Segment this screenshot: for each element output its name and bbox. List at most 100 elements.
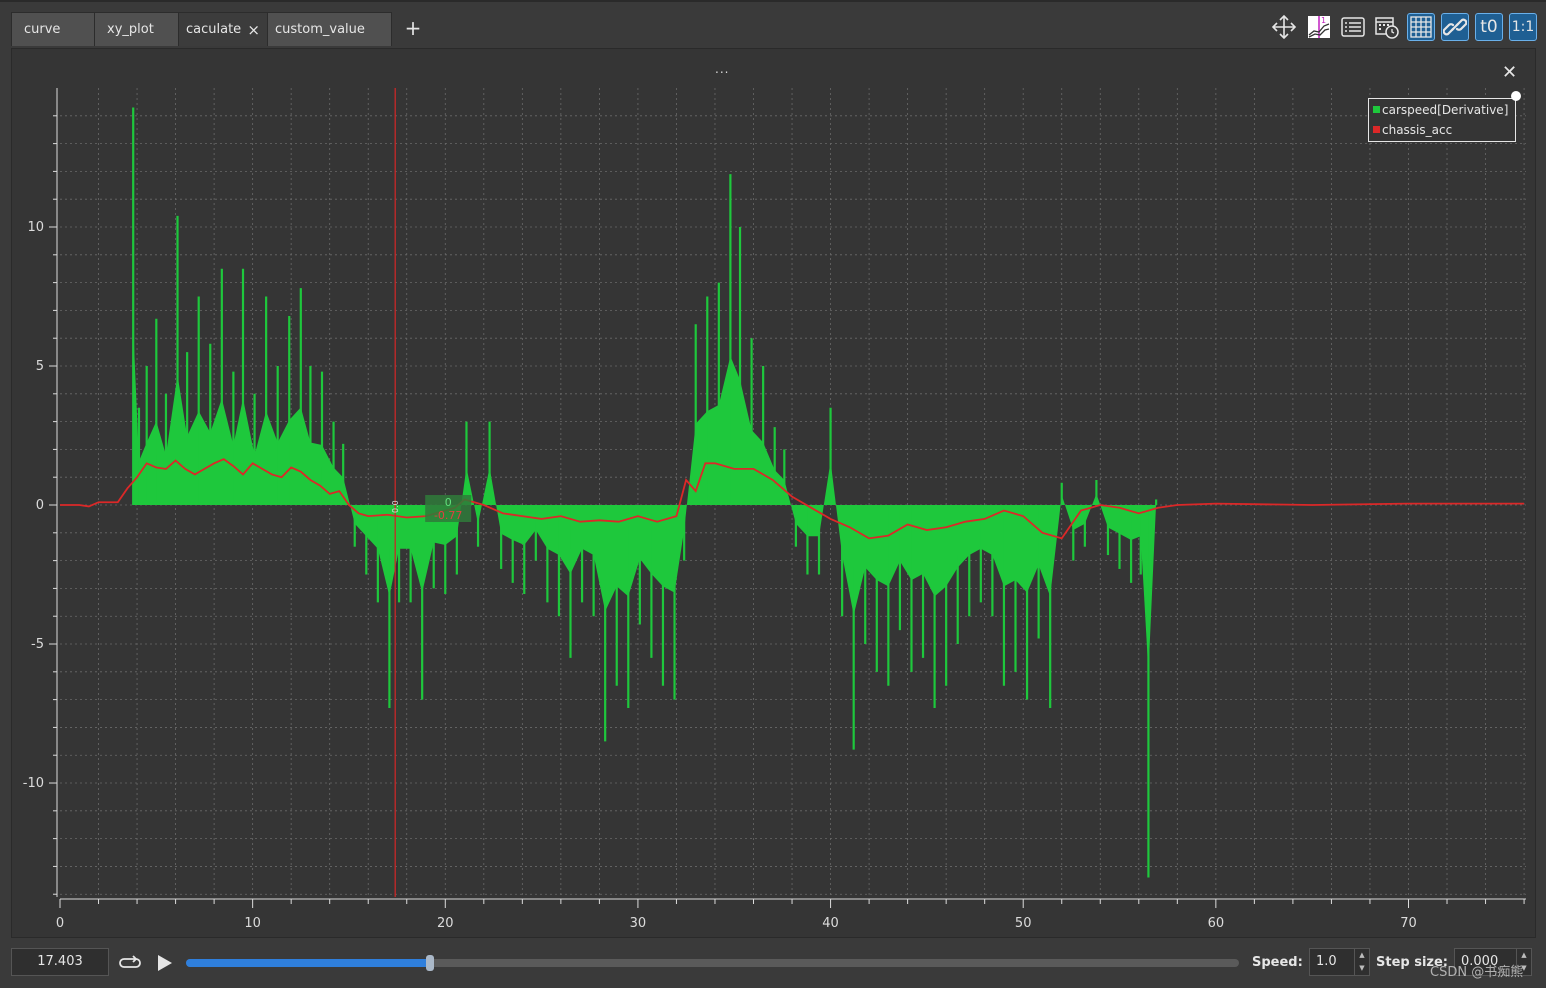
tracker-value-carspeed: 0: [445, 496, 452, 509]
y-tick-label: 5: [36, 359, 44, 374]
plot-series: [60, 107, 1525, 878]
legend-label: chassis_acc: [1382, 123, 1453, 137]
speed-value: 1.0: [1316, 954, 1337, 969]
watermark: CSDN @书痴熊: [1430, 965, 1524, 980]
derivative-fill: [819, 461, 831, 537]
derivative-fill: [1148, 502, 1157, 673]
derivative-fill: [707, 404, 719, 506]
derivative-fill: [1038, 505, 1051, 597]
derivative-fill: [946, 505, 958, 587]
derivative-fill: [198, 411, 211, 506]
x-tick-label: 20: [437, 916, 454, 931]
derivative-fill: [842, 505, 854, 616]
derivative-fill: [795, 505, 808, 537]
derivative-fill: [1140, 505, 1149, 673]
time-input[interactable]: 17.403: [11, 948, 109, 976]
derivative-fill: [651, 505, 663, 587]
derivative-fill: [187, 411, 199, 506]
derivative-fill: [888, 505, 900, 587]
x-tick-label: 10: [244, 916, 261, 931]
derivative-fill: [876, 505, 889, 587]
derivative-fill: [310, 442, 322, 506]
y-tick-label: 0: [36, 498, 44, 513]
derivative-fill: [969, 505, 981, 556]
derivative-fill: [1027, 505, 1039, 593]
derivative-fill: [524, 505, 536, 546]
derivative-fill: [582, 505, 594, 556]
derivative-fill: [366, 505, 378, 549]
x-tick-label: 60: [1208, 916, 1225, 931]
derivative-fill: [740, 379, 752, 506]
derivative-fill: [934, 505, 947, 597]
derivative-fill: [221, 398, 234, 506]
derivative-fill: [1073, 505, 1085, 531]
legend-item-chassis-acc[interactable]: chassis_acc: [1373, 121, 1452, 139]
derivative-fill: [992, 505, 1004, 587]
derivative-fill: [784, 479, 796, 524]
derivative-fill: [512, 505, 525, 546]
derivative-fill: [1107, 505, 1120, 534]
legend-drag-handle[interactable]: [1511, 91, 1521, 101]
x-tick-label: 40: [822, 916, 839, 931]
derivative-fill: [410, 505, 423, 593]
x-tick-label: 0: [56, 916, 64, 931]
plot-canvas[interactable]: 1050-5-100 10 20 30 40 50 60 70 0-0.770.0: [0, 0, 1546, 988]
derivative-fill: [751, 429, 764, 506]
derivative-fill: [1050, 495, 1062, 597]
plot-legend[interactable]: carspeed[Derivative] chassis_acc: [1368, 98, 1516, 142]
derivative-fill: [389, 505, 400, 597]
spin-arrows-icon[interactable]: ▲ ▼: [1354, 949, 1369, 975]
derivative-fill: [911, 505, 924, 581]
x-tick-label: 50: [1015, 916, 1032, 931]
derivative-fill: [899, 505, 912, 581]
derivative-fill: [266, 411, 278, 506]
derivative-fill: [535, 505, 548, 549]
derivative-fill: [289, 407, 301, 506]
derivative-fill: [853, 505, 866, 616]
legend-label: carspeed[Derivative]: [1382, 103, 1509, 117]
derivative-fill: [1131, 505, 1141, 541]
play-icon[interactable]: [152, 952, 176, 974]
derivative-fill: [695, 411, 708, 506]
derivative-fill: [333, 467, 344, 506]
derivative-fill: [277, 419, 290, 506]
time-slider-progress: [186, 959, 431, 967]
derivative-fill: [570, 505, 583, 574]
tracker-value-chassis: -0.77: [434, 509, 462, 522]
plot-axes: 1050-5-100 10 20 30 40 50 60 70: [23, 88, 1526, 931]
tracker[interactable]: 0-0.77 0.0: [391, 88, 472, 897]
loop-icon[interactable]: [118, 952, 142, 974]
legend-swatch: [1373, 126, 1380, 133]
derivative-fill: [639, 505, 652, 574]
derivative-fill: [354, 505, 367, 537]
derivative-fill: [1096, 493, 1108, 528]
derivative-fill: [923, 505, 935, 597]
time-slider-handle[interactable]: [426, 955, 435, 971]
derivative-fill: [210, 398, 222, 506]
derivative-fill: [177, 374, 188, 506]
speed-spinbox[interactable]: 1.0 ▲ ▼: [1309, 948, 1370, 976]
tracker-time-value: 0.0: [391, 500, 400, 513]
derivative-fill: [399, 505, 411, 549]
y-tick-label: 10: [27, 220, 44, 235]
derivative-fill: [763, 442, 775, 506]
derivative-fill: [377, 505, 390, 597]
derivative-fill: [830, 461, 843, 556]
derivative-fill: [980, 505, 993, 556]
derivative-fill: [865, 505, 877, 581]
derivative-fill: [165, 374, 178, 506]
x-tick-label: 70: [1400, 916, 1417, 931]
derivative-fill: [233, 398, 244, 506]
derivative-fill: [957, 505, 970, 568]
legend-item-carspeed[interactable]: carspeed[Derivative]: [1373, 101, 1508, 119]
derivative-fill: [774, 469, 785, 506]
derivative-fill: [321, 444, 334, 506]
derivative-fill: [300, 407, 311, 506]
legend-swatch: [1373, 106, 1380, 113]
derivative-fill: [674, 505, 685, 593]
derivative-fill: [718, 356, 731, 506]
derivative-fill: [254, 411, 267, 506]
derivative-fill: [1003, 505, 1016, 587]
y-tick-label: -5: [31, 637, 44, 652]
derivative-fill: [156, 421, 166, 506]
